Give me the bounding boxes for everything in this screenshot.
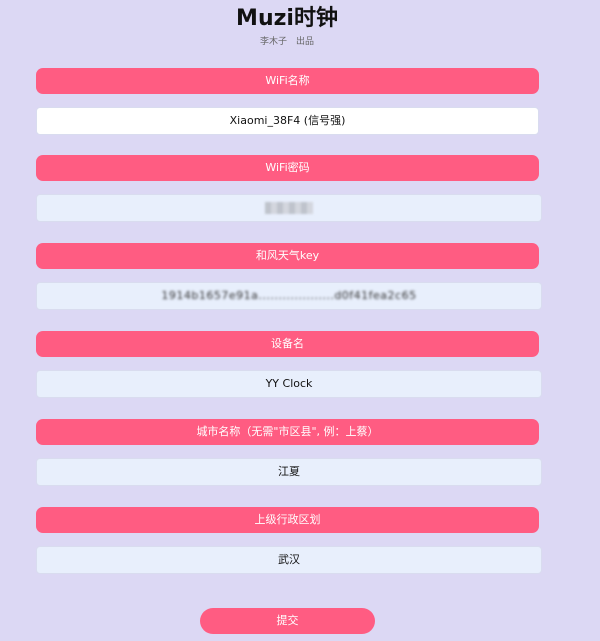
parent-district-field[interactable]: 武汉: [36, 546, 542, 574]
wifi-password-label: WiFi密码: [36, 155, 539, 181]
device-name-field[interactable]: YY Clock: [36, 370, 542, 398]
device-name-label: 设备名: [36, 331, 539, 357]
weather-key-value: 1914b1657e91a...................d0f41fea…: [161, 289, 417, 302]
wifi-name-select[interactable]: Xiaomi_38F4 (信号强): [36, 107, 539, 135]
parent-district-label: 上级行政区划: [36, 507, 539, 533]
wifi-password-field[interactable]: [36, 194, 542, 222]
weather-key-field[interactable]: 1914b1657e91a...................d0f41fea…: [36, 282, 542, 310]
submit-button[interactable]: 提交: [200, 608, 375, 634]
city-name-field[interactable]: 江夏: [36, 458, 542, 486]
city-name-label: 城市名称（无需"市区县", 例：上蔡）: [36, 419, 539, 445]
page-title: Muzi时钟: [236, 6, 338, 31]
page-subtitle: 李木子 出品: [259, 37, 314, 47]
wifi-name-label: WiFi名称: [36, 68, 539, 94]
masked-password: [265, 202, 313, 214]
weather-key-label: 和风天气key: [36, 243, 539, 269]
